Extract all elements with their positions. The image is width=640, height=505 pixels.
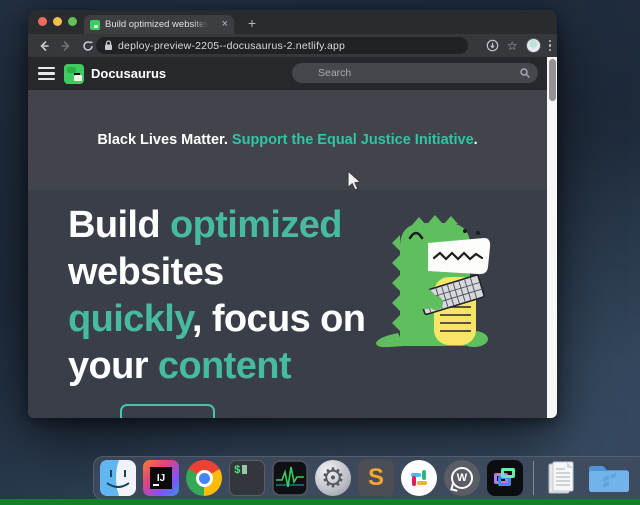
address-bar[interactable]: deploy-preview-2205--docusaurus-2.netlif…	[96, 37, 468, 54]
banner-period: .	[474, 132, 478, 148]
search-input[interactable]	[292, 63, 538, 83]
docusaurus-logo-icon[interactable]	[64, 64, 84, 84]
hero-heading-line: Build optimized	[68, 202, 365, 249]
dock-item-downloads-folder[interactable]	[587, 460, 631, 496]
dock: IJ $ ⚙ S W	[93, 456, 640, 500]
zoom-window-button[interactable]	[68, 17, 77, 26]
gear-icon: ⚙	[321, 460, 345, 496]
terminal-prompt-glyph: $	[234, 465, 241, 477]
hero-heading-segment: , focus on	[192, 298, 365, 340]
hero-heading-segment: content	[158, 345, 291, 387]
dock-divider	[533, 461, 534, 495]
minimize-window-button[interactable]	[53, 17, 62, 26]
docusaurus-favicon-icon	[90, 20, 100, 30]
dock-item-activity-monitor[interactable]	[272, 460, 308, 496]
dock-item-finder[interactable]	[100, 460, 136, 496]
dock-item-google-chrome[interactable]	[186, 460, 222, 496]
banner-link[interactable]: Support the Equal Justice Initiative	[232, 132, 474, 148]
url-text: deploy-preview-2205--docusaurus-2.netlif…	[118, 40, 345, 52]
traffic-lights	[38, 17, 77, 26]
tab-strip: Build optimized websites quick × +	[28, 10, 557, 34]
hero-heading-segment: Build	[68, 204, 170, 246]
dock-item-system-preferences[interactable]: ⚙	[315, 460, 351, 496]
dock-item-workplace-chat[interactable]: W	[444, 460, 480, 496]
menu-hamburger-icon[interactable]	[38, 67, 55, 81]
dock-item-slack[interactable]	[401, 460, 437, 496]
profile-avatar[interactable]	[526, 38, 541, 53]
bookmark-star-icon[interactable]: ☆	[507, 40, 518, 52]
hero-outline-button[interactable]	[120, 404, 215, 418]
hero-section: Build optimizedwebsitesquickly, focus on…	[28, 190, 547, 418]
tab-close-icon[interactable]: ×	[222, 19, 228, 30]
dock-item-sublime-text[interactable]: S	[358, 460, 394, 496]
hero-heading-segment: websites	[68, 251, 224, 293]
dock-item-kap[interactable]	[487, 460, 523, 496]
browser-toolbar: deploy-preview-2205--docusaurus-2.netlif…	[28, 34, 557, 57]
site-brand[interactable]: Docusaurus	[91, 66, 166, 81]
browser-tab[interactable]: Build optimized websites quick ×	[84, 15, 234, 34]
forward-icon[interactable]	[58, 38, 74, 54]
dock-item-intellij-idea[interactable]: IJ	[143, 460, 179, 496]
bottom-green-strip	[0, 499, 640, 505]
hero-heading-segment: optimized	[170, 204, 342, 246]
announcement-text: Black Lives Matter. Support the Equal Ju…	[97, 132, 477, 148]
lock-icon	[104, 40, 113, 51]
chrome-menu-icon[interactable]	[549, 40, 552, 52]
close-window-button[interactable]	[38, 17, 47, 26]
hero-heading-line: your content	[68, 343, 365, 390]
dock-item-terminal[interactable]: $	[229, 460, 265, 496]
mouse-cursor	[346, 170, 363, 192]
intellij-ij-glyph: IJ	[150, 467, 172, 489]
hero-heading-segment: quickly	[68, 298, 192, 340]
docusaurus-dinosaur-illustration	[370, 211, 500, 353]
reload-icon[interactable]	[80, 38, 96, 54]
hero-heading-segment: your	[68, 345, 158, 387]
page-scrollbar[interactable]	[547, 57, 557, 418]
browser-window: Build optimized websites quick × + deplo…	[28, 10, 557, 418]
back-icon[interactable]	[36, 38, 52, 54]
dock-item-documents-stack[interactable]	[544, 460, 580, 496]
site-navbar: Docusaurus	[28, 57, 557, 90]
sublime-s-glyph: S	[368, 464, 384, 492]
hero-heading-line: websites	[68, 249, 365, 296]
scrollbar-thumb[interactable]	[549, 59, 556, 101]
page-viewport: Docusaurus Black Lives Matter. Support t…	[28, 57, 557, 418]
circle-arrow-icon[interactable]	[486, 39, 499, 52]
workplace-w-glyph: W	[451, 467, 473, 489]
banner-bold-text: Black Lives Matter.	[97, 132, 232, 148]
hero-heading-line: quickly, focus on	[68, 296, 365, 343]
tab-title: Build optimized websites quick	[105, 19, 208, 30]
hero-heading: Build optimizedwebsitesquickly, focus on…	[68, 202, 365, 390]
new-tab-button[interactable]: +	[242, 14, 262, 32]
slack-logo-icon	[409, 468, 429, 488]
announcement-banner: Black Lives Matter. Support the Equal Ju…	[28, 90, 547, 190]
